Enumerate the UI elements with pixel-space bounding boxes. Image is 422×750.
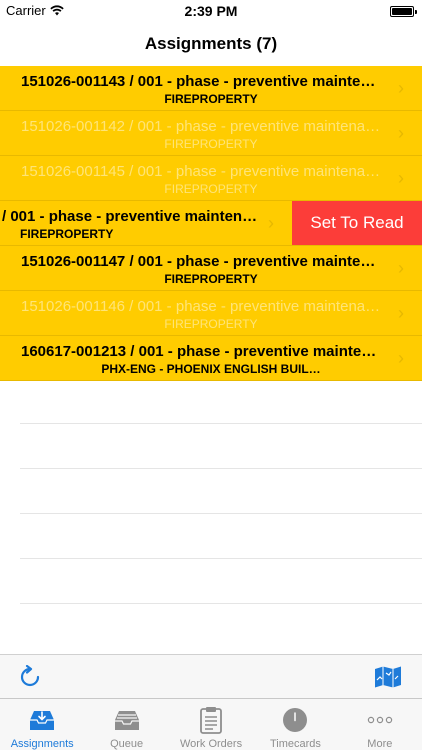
- tab-label: Assignments: [10, 738, 74, 750]
- bottom-toolbar: [0, 654, 422, 698]
- assignment-location: FIREPROPERTY: [164, 272, 258, 286]
- page-title: Assignments (7): [144, 34, 278, 53]
- assignment-location: FIREPROPERTY: [164, 182, 258, 196]
- assignment-row[interactable]: 151026-001146 / 001 - phase - preventive…: [0, 291, 422, 336]
- tab-assignments[interactable]: Assignments: [0, 699, 84, 750]
- battery-icon: [390, 6, 417, 17]
- row-separator: [20, 469, 422, 514]
- assignment-title: 160617-001213 / 001 - phase - preventive…: [21, 343, 381, 360]
- set-to-read-button[interactable]: Set To Read: [292, 201, 422, 245]
- tray-icon: [112, 705, 142, 735]
- more-icon: [365, 705, 395, 735]
- chevron-right-icon: ›: [398, 258, 404, 278]
- tab-bar: Assignments Queue Work Orders Timecards …: [0, 698, 422, 750]
- chevron-right-icon: ›: [398, 348, 404, 368]
- assignment-title: 151026-001147 / 001 - phase - preventive…: [21, 253, 381, 270]
- row-separator: [20, 379, 422, 424]
- refresh-icon[interactable]: [18, 665, 42, 689]
- assignment-location: FIREPROPERTY: [164, 137, 258, 151]
- assignment-title: 151026-001142 / 001 - phase - preventive…: [21, 118, 381, 135]
- clock-icon: [280, 705, 310, 735]
- assignment-row[interactable]: 151026-001147 / 001 - phase - preventive…: [0, 246, 422, 291]
- tab-more[interactable]: More: [338, 699, 422, 750]
- tab-timecards[interactable]: Timecards: [253, 699, 337, 750]
- assignment-row[interactable]: 151026-001142 / 001 - phase - preventive…: [0, 111, 422, 156]
- status-time: 2:39 PM: [184, 3, 238, 19]
- assignment-row[interactable]: 151026-001143 / 001 - phase - preventive…: [0, 66, 422, 111]
- chevron-right-icon: ›: [398, 303, 404, 323]
- assignment-location: FIREPROPERTY: [164, 317, 258, 331]
- chevron-right-icon: ›: [268, 213, 274, 233]
- assignment-list: 151026-001143 / 001 - phase - preventive…: [0, 66, 422, 381]
- assignment-location: FIREPROPERTY: [164, 92, 258, 106]
- tab-label: More: [367, 738, 393, 750]
- assignment-title: 151026-001146 / 001 - phase - preventive…: [21, 298, 381, 315]
- clipboard-icon: [196, 705, 226, 735]
- row-separator: [20, 424, 422, 469]
- tab-label: Work Orders: [179, 738, 243, 750]
- chevron-right-icon: ›: [398, 78, 404, 98]
- status-bar: Carrier 2:39 PM: [0, 0, 422, 22]
- tab-label: Timecards: [269, 738, 321, 750]
- row-separator: [20, 514, 422, 559]
- navigation-bar: Assignments (7): [0, 22, 422, 66]
- assignment-title: / 001 - phase - preventive mainten…: [2, 208, 257, 225]
- chevron-right-icon: ›: [398, 123, 404, 143]
- tab-queue[interactable]: Queue: [84, 699, 168, 750]
- assignment-row-swiped[interactable]: / 001 - phase - preventive mainten… FIRE…: [0, 201, 422, 246]
- chevron-right-icon: ›: [398, 168, 404, 188]
- tab-work-orders[interactable]: Work Orders: [169, 699, 253, 750]
- assignment-title: 151026-001145 / 001 - phase - preventive…: [21, 163, 381, 180]
- assignment-row[interactable]: 160617-001213 / 001 - phase - preventive…: [0, 336, 422, 381]
- map-icon[interactable]: [374, 666, 402, 688]
- inbox-icon: [27, 705, 57, 735]
- assignment-location: FIREPROPERTY: [20, 227, 114, 241]
- tab-label: Queue: [110, 738, 144, 750]
- row-separator: [20, 559, 422, 604]
- assignment-location: PHX-ENG - PHOENIX ENGLISH BUIL…: [101, 362, 321, 376]
- empty-list-area: [0, 379, 422, 604]
- assignment-row[interactable]: 151026-001145 / 001 - phase - preventive…: [0, 156, 422, 201]
- assignment-title: 151026-001143 / 001 - phase - preventive…: [21, 73, 381, 90]
